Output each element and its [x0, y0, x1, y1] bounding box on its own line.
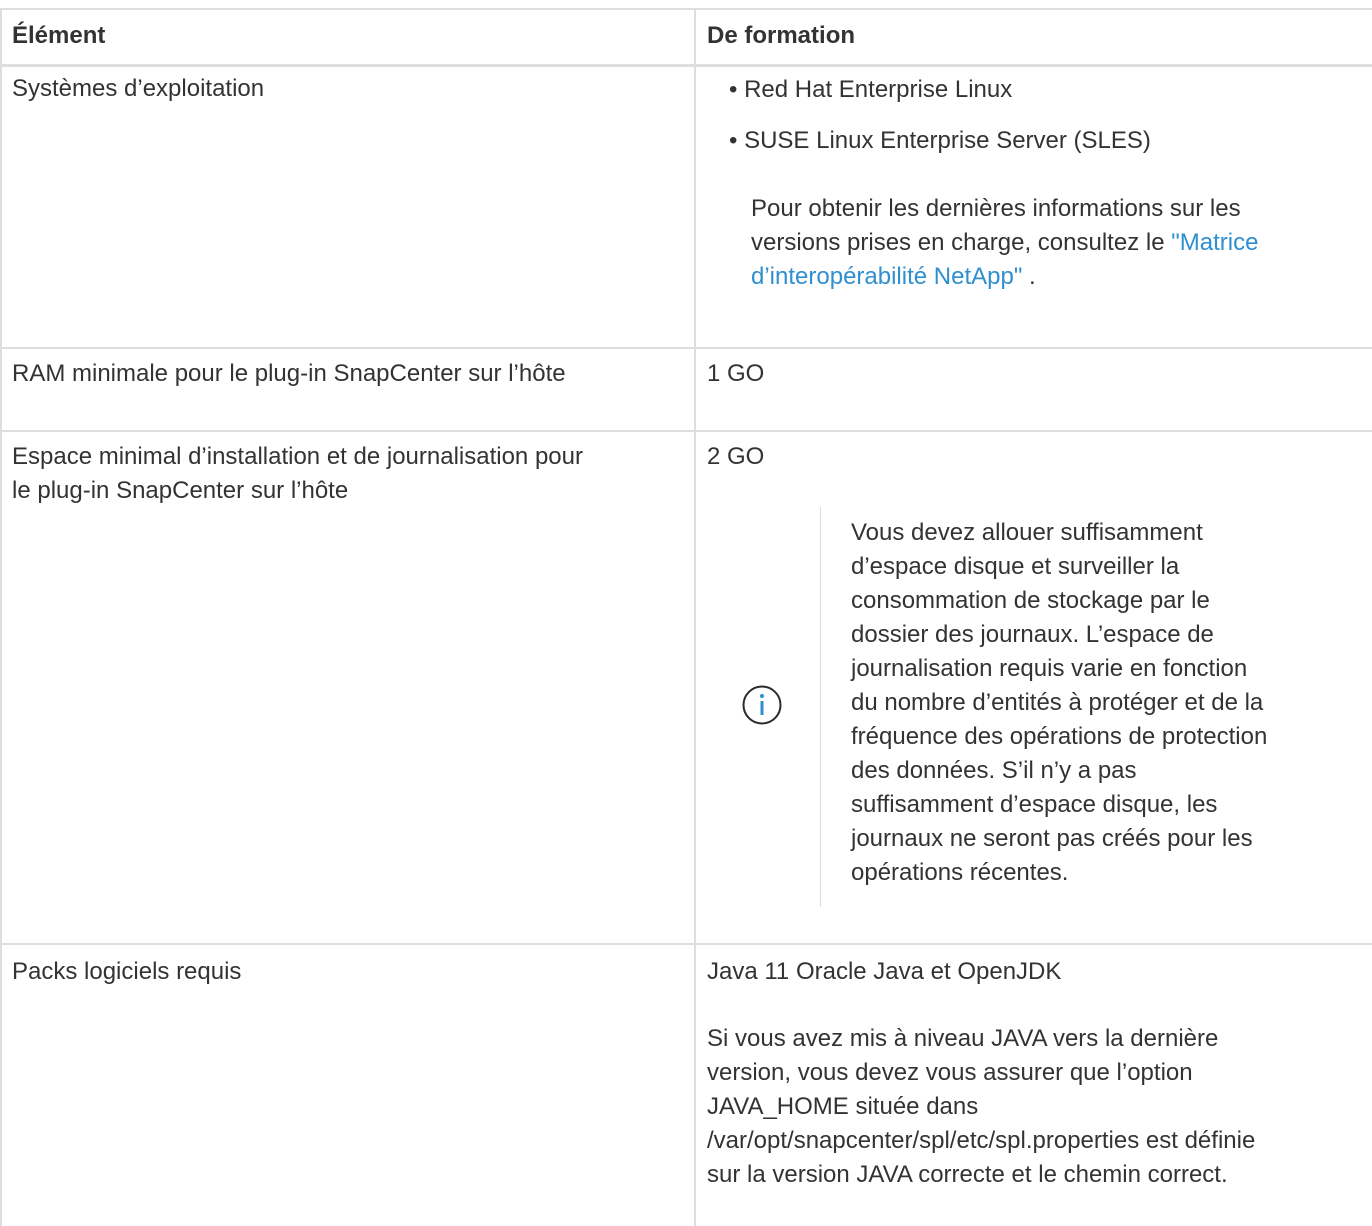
- bullet-text: SUSE Linux Enterprise Server (SLES): [744, 127, 1151, 154]
- row-divider: [0, 347, 1372, 349]
- row-label-packages: Packs logiciels requis: [12, 958, 242, 985]
- java-note-line: Si vous avez mis à niveau JAVA vers la d…: [707, 1025, 1219, 1052]
- os-note-tail: .: [1022, 263, 1036, 290]
- bullet-item: • Red Hat Enterprise Linux: [729, 76, 1013, 103]
- row-label-os: Systèmes d’exploitation: [12, 75, 265, 102]
- note-line: des données. S’il n’y a pas: [851, 757, 1137, 784]
- note-line: dossier des journaux. L’espace de: [851, 621, 1214, 648]
- bullet-item: • SUSE Linux Enterprise Server (SLES): [729, 127, 1151, 154]
- column-divider: [694, 8, 696, 1226]
- note-line: consommation de stockage par le: [851, 587, 1210, 614]
- java-note-line: sur la version JAVA correcte et le chemi…: [707, 1161, 1228, 1188]
- note-line: fréquence des opérations de protection: [851, 723, 1268, 750]
- row-value-packages: Java 11 Oracle Java et OpenJDK: [707, 958, 1062, 985]
- header-bottom-border: [0, 64, 1372, 67]
- row-divider: [0, 943, 1372, 945]
- row-label-ram: RAM minimale pour le plug-in SnapCenter …: [12, 360, 566, 387]
- row-label-space: le plug-in SnapCenter sur l’hôte: [12, 477, 349, 504]
- column-header-de-formation: De formation: [707, 22, 856, 49]
- java-note-line: version, vous devez vous assurer que l’o…: [707, 1059, 1193, 1086]
- note-line: Vous devez allouer suffisamment: [851, 519, 1203, 546]
- java-note-line: JAVA_HOME située dans: [707, 1093, 979, 1120]
- row-value-space: 2 GO: [707, 443, 765, 470]
- os-note-text: versions prises en charge, consultez le: [751, 229, 1172, 256]
- row-divider: [0, 430, 1372, 432]
- column-header-element: Élément: [12, 22, 106, 49]
- note-line: suffisamment d’espace disque, les: [851, 791, 1218, 818]
- bullet-text: Red Hat Enterprise Linux: [744, 76, 1013, 103]
- info-icon: [742, 685, 782, 725]
- note-line: journalisation requis varie en fonction: [851, 655, 1248, 682]
- interop-matrix-link[interactable]: "Matrice: [1171, 229, 1258, 256]
- requirements-table: Élément De formation Systèmes d’exploita…: [0, 0, 1372, 1226]
- interop-matrix-link[interactable]: d’interopérabilité NetApp": [751, 263, 1022, 290]
- note-line: du nombre d’entités à protéger et de la: [851, 689, 1264, 716]
- note-line: d’espace disque et surveiller la: [851, 553, 1180, 580]
- table-left-border: [0, 8, 2, 1226]
- os-note-line: versions prises en charge, consultez le …: [751, 226, 1258, 260]
- os-note-line: d’interopérabilité NetApp" .: [751, 260, 1036, 294]
- note-line: journaux ne seront pas créés pour les: [851, 825, 1253, 852]
- row-label-space: Espace minimal d’installation et de jour…: [12, 443, 583, 470]
- note-line: opérations récentes.: [851, 859, 1069, 886]
- header-top-border: [0, 8, 1372, 10]
- row-value-ram: 1 GO: [707, 360, 765, 387]
- os-note-line: Pour obtenir les dernières informations …: [751, 195, 1241, 222]
- note-divider: [820, 507, 821, 907]
- java-note-line: /var/opt/snapcenter/spl/etc/spl.properti…: [707, 1127, 1256, 1154]
